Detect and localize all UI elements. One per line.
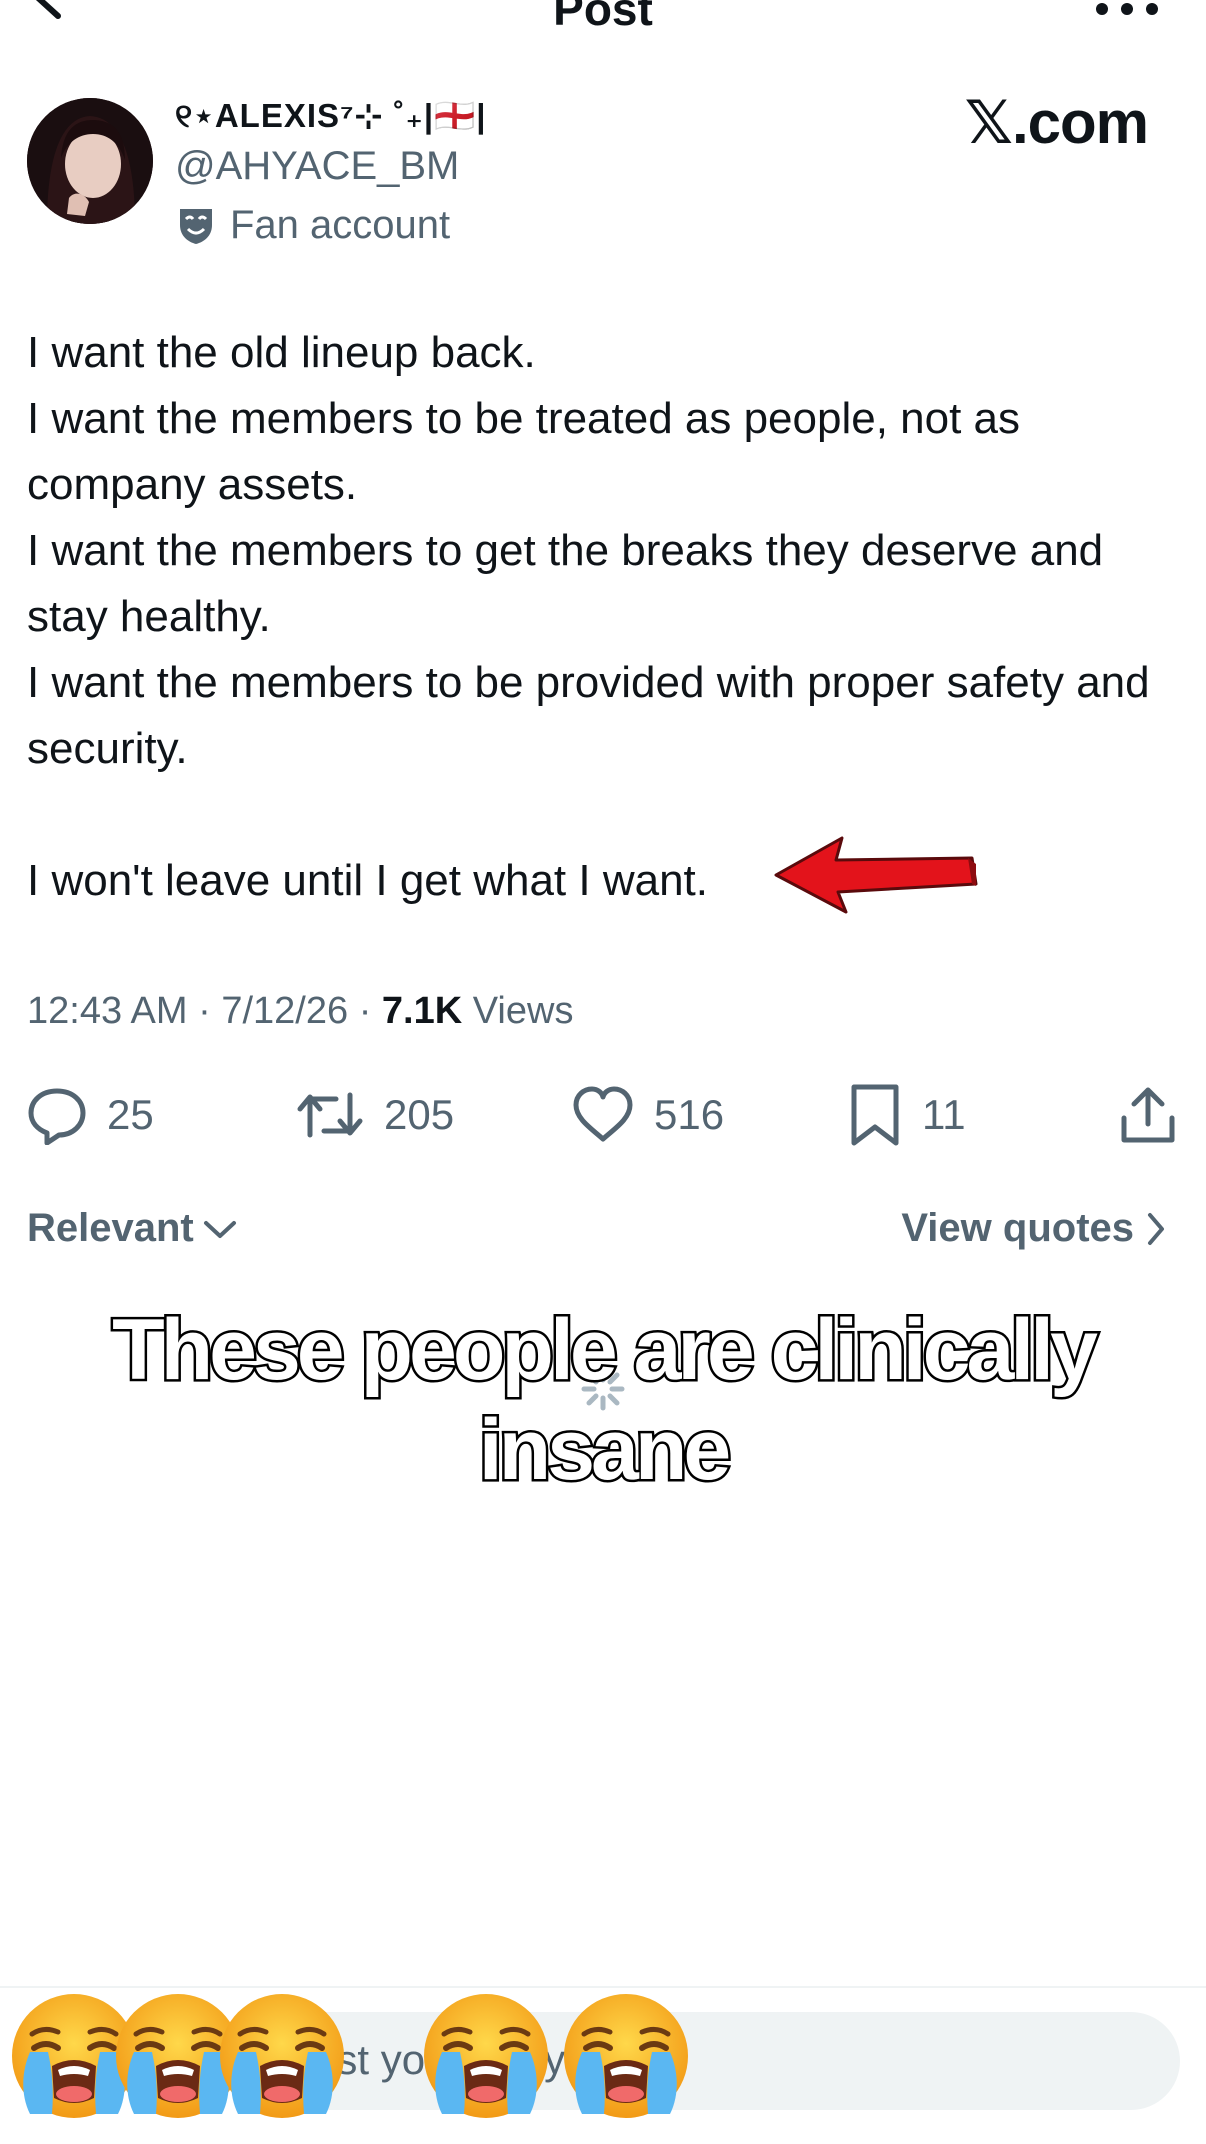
repost-count: 205	[384, 1091, 455, 1138]
views-count: 7.1K	[381, 990, 463, 1032]
sort-label: Relevant	[27, 1206, 194, 1250]
post-time[interactable]: 12:43 AM	[27, 990, 188, 1032]
share-button[interactable]	[1118, 1080, 1178, 1150]
divider	[0, 1986, 1206, 1988]
like-count: 516	[654, 1091, 725, 1138]
sort-relevant-button[interactable]: Relevant	[27, 1206, 238, 1251]
like-icon	[573, 1086, 633, 1142]
like-button[interactable]: 516	[572, 1080, 724, 1150]
author-handle[interactable]: @AHYACE_BM	[175, 144, 459, 189]
bookmark-count: 11	[922, 1091, 966, 1138]
reply-icon	[28, 1088, 86, 1145]
view-quotes-link[interactable]: View quotes	[901, 1206, 1166, 1251]
chevron-down-icon	[203, 1220, 236, 1238]
reply-count: 25	[107, 1091, 154, 1138]
crying-emoji-icon	[220, 1994, 344, 2118]
overlay-caption: These people are clinically insane	[110, 1300, 1101, 1501]
share-icon	[1121, 1087, 1175, 1143]
chevron-right-icon	[1148, 1212, 1164, 1245]
crying-emoji-icon	[424, 1994, 548, 2118]
page-title: Post	[553, 0, 653, 35]
post-text: I want the old lineup back. I want the m…	[27, 328, 1150, 905]
author-display-name[interactable]: ୧⋆ALEXIS⁷⊹ ˚₊|🏴󠁧󠁢󠁥󠁮󠁧󠁿|	[175, 96, 486, 136]
views-label: Views	[472, 990, 574, 1032]
view-quotes-label: View quotes	[901, 1206, 1134, 1250]
red-arrow-icon	[774, 836, 978, 914]
fan-account-label: Fan account	[230, 202, 451, 247]
repost-button[interactable]: 205	[296, 1080, 454, 1150]
bookmark-icon	[851, 1084, 899, 1146]
bookmark-button[interactable]: 11	[848, 1080, 966, 1150]
crying-emoji-icon	[564, 1994, 688, 2118]
post-date[interactable]: 7/12/26	[221, 990, 348, 1032]
reply-button[interactable]: 25	[27, 1080, 154, 1150]
fan-account-icon	[180, 209, 212, 244]
repost-icon	[297, 1092, 363, 1138]
brand-watermark: 𝕏.com	[964, 89, 1149, 156]
fan-account-badge: Fan account	[178, 200, 450, 250]
post-meta: 12:43 AM · 7/12/26 · 7.1K Views	[27, 990, 574, 1032]
avatar[interactable]	[27, 98, 153, 224]
more-icon[interactable]	[1092, 0, 1162, 24]
